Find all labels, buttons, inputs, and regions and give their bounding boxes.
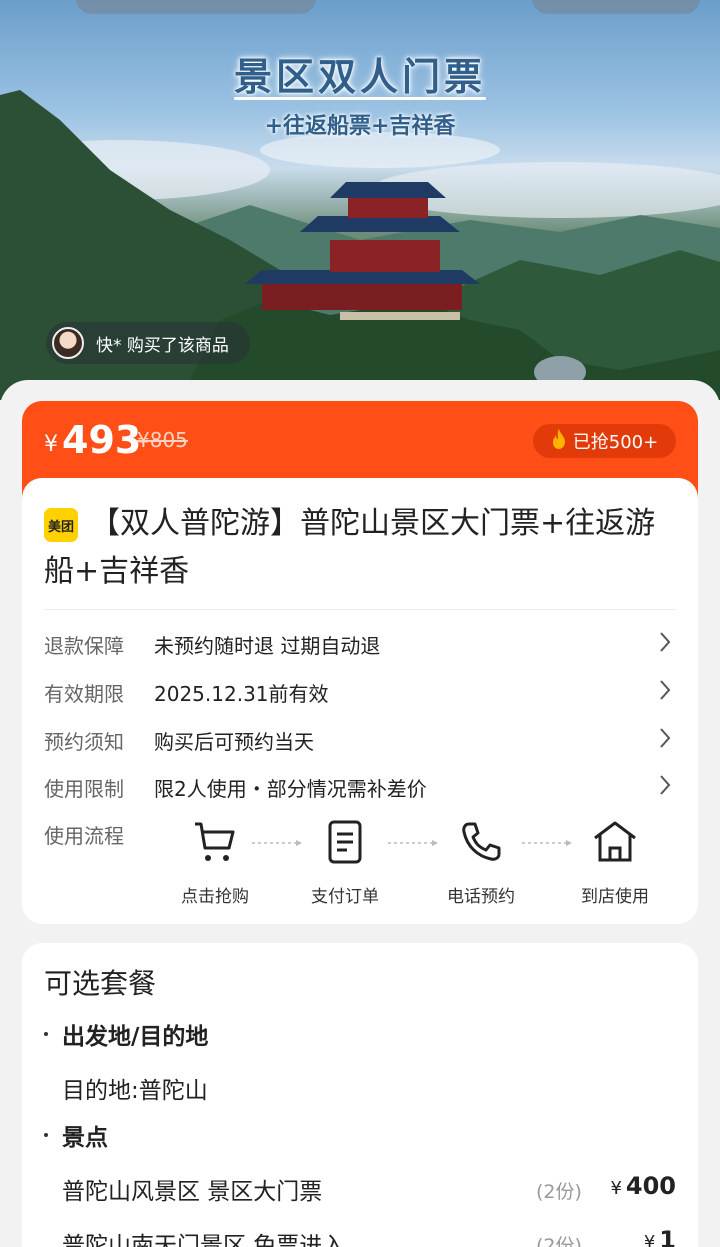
info-label: 预约须知 [44, 730, 124, 754]
package-item-qty: (2份) [536, 1181, 582, 1203]
currency-symbol: ¥ [643, 1232, 656, 1247]
bullet-dot [44, 1133, 48, 1137]
top-pill-right [532, 0, 700, 14]
section-heading: 出发地/目的地 [62, 1024, 209, 1050]
original-price: ¥805 [137, 428, 188, 452]
chevron-right-icon [660, 680, 671, 700]
info-row-refund[interactable]: 退款保障 未预约随时退 过期自动退 [44, 622, 676, 662]
avatar [52, 327, 84, 359]
hero-banner[interactable]: 景区双人门票 +往返船票+吉祥香 快* 购买了该商品 [0, 0, 720, 400]
flow-step-visit: 到店使用 [560, 818, 670, 907]
chevron-right-icon [660, 775, 671, 795]
price-value: 1 [659, 1226, 676, 1247]
chevron-right-icon [660, 632, 671, 652]
info-label: 退款保障 [44, 634, 124, 658]
hero-divider [234, 97, 486, 100]
package-item-name: 普陀山南天门景区 免票进入 [62, 1233, 346, 1247]
product-title: 【双人普陀游】普陀山景区大门票+往返游船+吉祥香 [44, 506, 656, 589]
flow-step-pay: 支付订单 [290, 818, 400, 907]
store-icon [594, 821, 636, 862]
info-label: 有效期限 [44, 682, 124, 706]
hero-title: 景区双人门票 [233, 54, 486, 99]
package-item-price: ¥400 [610, 1172, 676, 1200]
info-value: 购买后可预约当天 [154, 730, 314, 754]
bullet-dot [44, 1032, 48, 1036]
flow-step-label: 点击抢购 [181, 887, 249, 907]
flow-step-label: 到店使用 [581, 887, 649, 907]
phone-icon [462, 822, 501, 861]
info-row-limits[interactable]: 使用限制 限2人使用・部分情况需补差价 [44, 765, 676, 805]
flow-label: 使用流程 [44, 824, 124, 848]
fire-icon [551, 428, 567, 454]
chevron-right-icon [660, 728, 671, 748]
section-heading: 景点 [62, 1125, 108, 1151]
divider [44, 609, 676, 610]
flow-step-label: 支付订单 [311, 887, 379, 907]
info-row-validity[interactable]: 有效期限 2025.12.31前有效 [44, 670, 676, 710]
buyer-text: 快* 购买了该商品 [96, 335, 229, 356]
sold-count-text: 已抢500+ [572, 432, 659, 453]
flow-step-buy: 点击抢购 [160, 818, 270, 907]
package-item-qty: (2份) [536, 1235, 582, 1247]
flow-step-call: 电话预约 [426, 818, 536, 907]
info-value: 未预约随时退 过期自动退 [154, 634, 381, 658]
package-item-name: 普陀山风景区 景区大门票 [62, 1179, 323, 1205]
current-price: 493 [62, 418, 142, 462]
price-value: 400 [625, 1172, 676, 1200]
package-item-price: ¥1 [644, 1226, 676, 1247]
hero-subtitle: +往返船票+吉祥香 [264, 113, 456, 139]
package-title: 可选套餐 [44, 967, 157, 1000]
info-value: 2025.12.31前有效 [154, 682, 329, 706]
price-currency: ¥ [44, 432, 58, 457]
info-label: 使用限制 [44, 777, 124, 801]
info-row-booking[interactable]: 预约须知 购买后可预约当天 [44, 718, 676, 758]
cart-icon [195, 822, 235, 861]
order-icon [328, 820, 362, 864]
currency-symbol: ¥ [610, 1178, 622, 1199]
sold-count-badge: 已抢500+ [533, 424, 676, 458]
top-pill-left [76, 0, 316, 14]
buyer-notice: 快* 购买了该商品 [46, 322, 250, 364]
destination-text: 目的地:普陀山 [62, 1078, 208, 1104]
flow-step-label: 电话预约 [447, 887, 515, 907]
info-value: 限2人使用・部分情况需补差价 [154, 777, 427, 801]
